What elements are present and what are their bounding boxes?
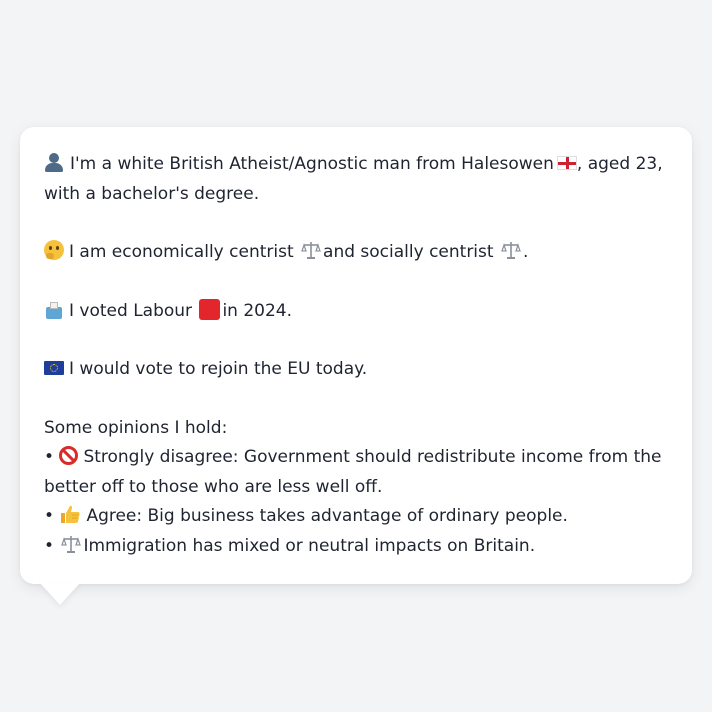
politics-economic-text: I am economically centrist xyxy=(69,242,294,262)
politics-social-text: and socially centrist xyxy=(323,242,494,262)
eu-paragraph: I would vote to rejoin the EU today. xyxy=(44,355,668,385)
vote-year-text: in 2024. xyxy=(222,300,293,321)
message-bubble: I'm a white British Atheist/Agnostic man… xyxy=(20,127,692,584)
bubble-tail xyxy=(40,583,80,605)
vote-text: I voted Labour xyxy=(69,300,193,321)
eu-flag-icon xyxy=(44,361,64,375)
person-silhouette-icon xyxy=(44,152,65,172)
balance-scale-icon xyxy=(61,534,82,554)
vote-paragraph: I voted Labour in 2024. xyxy=(44,297,668,327)
england-flag-icon xyxy=(556,156,577,170)
ballot-box-icon xyxy=(44,301,64,319)
opinion-item: • Strongly disagree: Government should r… xyxy=(44,443,668,502)
opinion-text: Immigration has mixed or neutral impacts… xyxy=(83,535,536,556)
prohibited-icon xyxy=(59,446,79,465)
thinking-face-icon xyxy=(44,240,64,260)
opinions-heading: Some opinions I hold: xyxy=(44,417,228,438)
red-square-icon xyxy=(199,298,221,320)
balance-scale-icon xyxy=(301,240,321,260)
thumbs-up-icon xyxy=(59,504,81,524)
opinion-text: Agree: Big business takes advantage of o… xyxy=(86,506,568,526)
opinion-item: • Immigration has mixed or neutral impac… xyxy=(44,532,668,562)
balance-scale-icon xyxy=(501,240,521,260)
opinion-text: Strongly disagree: Government should red… xyxy=(44,447,662,497)
bullet: • xyxy=(44,447,55,467)
intro-paragraph: I'm a white British Atheist/Agnostic man… xyxy=(44,150,668,209)
eu-text: I would vote to rejoin the EU today. xyxy=(69,359,368,379)
opinion-item: • Agree: Big business takes advantage of… xyxy=(44,502,668,532)
politics-end-text: . xyxy=(522,242,529,262)
bullet: • xyxy=(44,535,55,556)
politics-paragraph: I am economically centrist and socially … xyxy=(44,238,668,268)
bullet: • xyxy=(44,506,55,526)
intro-text: I'm a white British Atheist/Agnostic man… xyxy=(70,154,554,174)
